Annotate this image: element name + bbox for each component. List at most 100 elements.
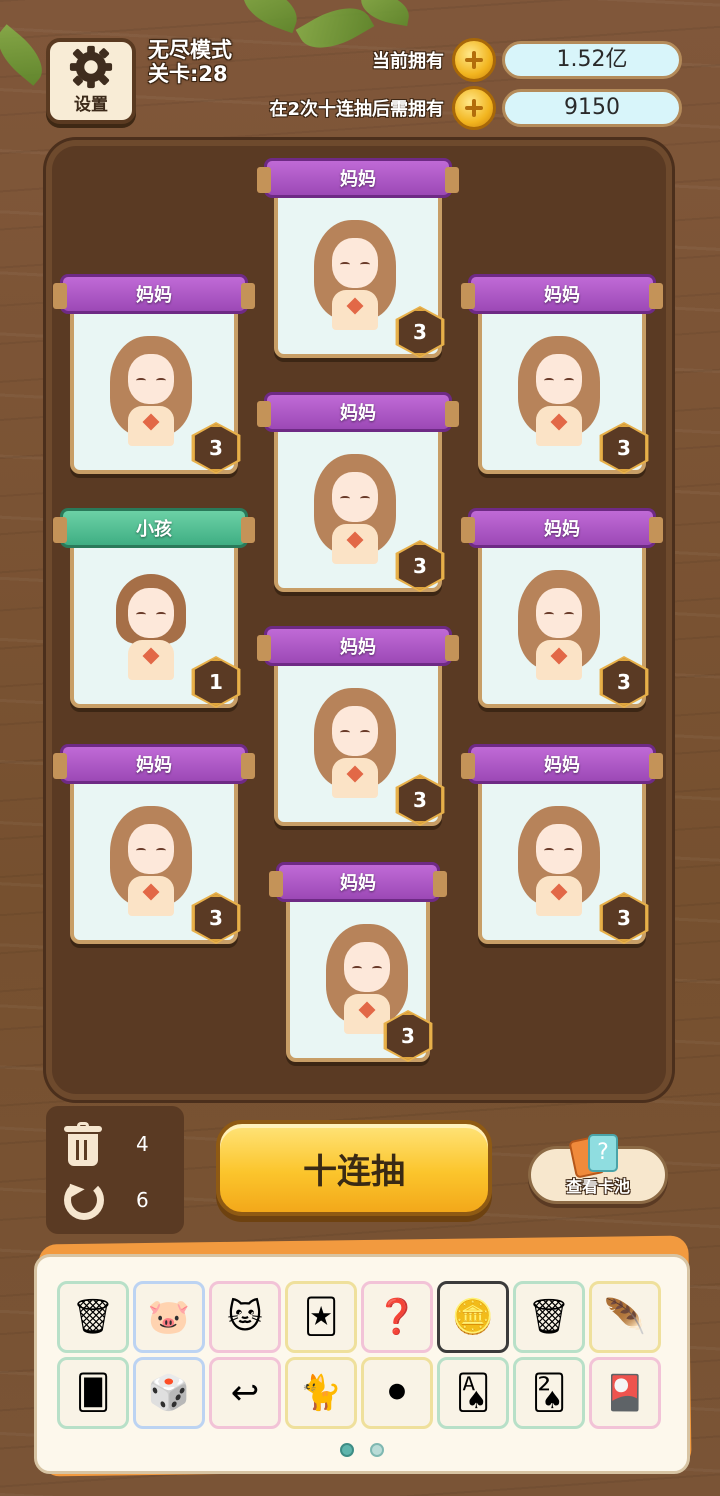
card-name: 妈妈 bbox=[544, 519, 580, 540]
mystery-card-pack-icon: 🎴 bbox=[603, 1373, 647, 1413]
dice-icon: 🎲 bbox=[147, 1373, 191, 1413]
item-slot[interactable]: ❓ bbox=[361, 1281, 433, 1353]
character-card[interactable]: 妈妈 3 bbox=[257, 626, 459, 826]
item-slot[interactable]: 🗑 bbox=[513, 1281, 585, 1353]
character-card[interactable]: 小孩 1 bbox=[53, 508, 255, 708]
card-level: 3 bbox=[413, 554, 427, 578]
undo-arrow-icon: ↩ bbox=[230, 1373, 260, 1413]
card-level: 3 bbox=[413, 788, 427, 812]
refresh-icon bbox=[64, 1180, 104, 1220]
card-name-banner: 小孩 bbox=[53, 508, 255, 548]
card-name-banner: 妈妈 bbox=[257, 158, 459, 198]
card-level: 3 bbox=[617, 906, 631, 930]
character-card[interactable]: 妈妈 3 bbox=[257, 158, 459, 358]
mode-label: 无尽模式 bbox=[148, 38, 232, 62]
card-name: 妈妈 bbox=[340, 873, 376, 894]
card-name: 妈妈 bbox=[340, 169, 376, 190]
page-dot[interactable] bbox=[370, 1443, 384, 1457]
card-pool-icon: ? bbox=[568, 1134, 622, 1179]
trash-coins-icon-2: 🗑 bbox=[527, 1297, 571, 1337]
trash-counter[interactable]: 4 bbox=[64, 1122, 149, 1166]
card-name-banner: 妈妈 bbox=[461, 274, 663, 314]
black-hole-icon: ⚫ bbox=[382, 1373, 412, 1413]
required-coins-row: 在2次十连抽后需拥有 9150 bbox=[222, 86, 682, 130]
mode-info: 无尽模式 关卡:28 bbox=[148, 38, 232, 86]
pink-blob-icon: 🐷 bbox=[147, 1297, 191, 1337]
item-slot[interactable]: 🎲 bbox=[133, 1357, 205, 1429]
mom-portrait bbox=[106, 336, 196, 451]
view-pool-label: 查看卡池 bbox=[565, 1177, 630, 1196]
refresh-counter[interactable]: 6 bbox=[64, 1180, 149, 1220]
page-indicator bbox=[37, 1443, 687, 1457]
mom-portrait bbox=[310, 688, 400, 803]
lucky-cat-statue-icon: 🐈 bbox=[299, 1373, 343, 1413]
card-level: 3 bbox=[413, 320, 427, 344]
item-slot[interactable]: ↩ bbox=[209, 1357, 281, 1429]
card-name-banner: 妈妈 bbox=[53, 744, 255, 784]
item-grid: 🗑 🐷 🐱 🃏 ❓ 🪙 🗑 🪶 🂠 🎲 ↩ 🐈 ⚫ 🂡 🂢 🎴 bbox=[57, 1281, 673, 1429]
card-level: 3 bbox=[617, 670, 631, 694]
card-name: 妈妈 bbox=[340, 637, 376, 658]
item-slot[interactable]: 🂠 bbox=[57, 1357, 129, 1429]
card-level: 1 bbox=[209, 670, 223, 694]
item-slot[interactable]: 🎴 bbox=[589, 1357, 661, 1429]
feather-charm-icon: 🪶 bbox=[603, 1297, 647, 1337]
required-value: 9150 bbox=[502, 89, 682, 127]
card-level: 3 bbox=[209, 906, 223, 930]
character-card[interactable]: 妈妈 3 bbox=[53, 744, 255, 944]
card-name: 妈妈 bbox=[136, 285, 172, 306]
card-name-banner: 妈妈 bbox=[257, 392, 459, 432]
character-card[interactable]: 妈妈 3 bbox=[269, 862, 447, 1062]
question-multiply-icon: ❓ bbox=[375, 1297, 419, 1337]
card-name: 小孩 bbox=[136, 519, 172, 540]
page-dot[interactable] bbox=[340, 1443, 354, 1457]
card-name-banner: 妈妈 bbox=[461, 744, 663, 784]
item-slot[interactable]: 🂡 bbox=[437, 1357, 509, 1429]
counter-panel: 4 6 bbox=[46, 1106, 184, 1234]
card-name-banner: 妈妈 bbox=[461, 508, 663, 548]
add-mystery-card-icon: 🂠 bbox=[75, 1373, 111, 1413]
character-card[interactable]: 妈妈 3 bbox=[257, 392, 459, 592]
mom-portrait bbox=[310, 220, 400, 335]
purple-card-pack-icon: 🃏 bbox=[303, 1297, 339, 1337]
draw-ten-button[interactable]: 十连抽 bbox=[216, 1120, 492, 1216]
item-slot[interactable]: 🂢 bbox=[513, 1357, 585, 1429]
gear-icon bbox=[69, 45, 113, 88]
card-level: 3 bbox=[401, 1024, 415, 1048]
card-name-banner: 妈妈 bbox=[269, 862, 447, 902]
mom-portrait bbox=[514, 806, 604, 921]
settings-button[interactable]: 设置 bbox=[46, 38, 136, 124]
mom-portrait bbox=[514, 336, 604, 451]
card-level: 3 bbox=[617, 436, 631, 460]
item-slot[interactable]: 🐱 bbox=[209, 1281, 281, 1353]
card-name: 妈妈 bbox=[136, 755, 172, 776]
item-slot[interactable]: 🐈 bbox=[285, 1357, 357, 1429]
character-card[interactable]: 妈妈 3 bbox=[461, 744, 663, 944]
card-double-icon: 🂢 bbox=[531, 1373, 567, 1413]
character-card[interactable]: 妈妈 3 bbox=[461, 508, 663, 708]
level-label: 关卡:28 bbox=[148, 62, 228, 86]
refresh-count: 6 bbox=[136, 1188, 149, 1212]
item-slot[interactable]: 🪙 bbox=[437, 1281, 509, 1353]
card-name: 妈妈 bbox=[340, 403, 376, 424]
character-card[interactable]: 妈妈 3 bbox=[461, 274, 663, 474]
card-name-banner: 妈妈 bbox=[257, 626, 459, 666]
lucky-cat-icon: 🐱 bbox=[227, 1297, 263, 1337]
trash-coins-icon: 🗑 bbox=[71, 1297, 115, 1337]
item-tray: 🗑 🐷 🐱 🃏 ❓ 🪙 🗑 🪶 🂠 🎲 ↩ 🐈 ⚫ 🂡 🂢 🎴 bbox=[34, 1254, 690, 1474]
item-slot[interactable]: 🪶 bbox=[589, 1281, 661, 1353]
mom-portrait bbox=[106, 806, 196, 921]
required-label: 在2次十连抽后需拥有 bbox=[269, 99, 444, 120]
coin-icon bbox=[452, 38, 496, 82]
owned-coins-row: 当前拥有 1.52亿 bbox=[340, 38, 682, 82]
item-slot[interactable]: ⚫ bbox=[361, 1357, 433, 1429]
card-level: 3 bbox=[209, 436, 223, 460]
card-coins-icon: 🂡 bbox=[455, 1373, 491, 1413]
character-card[interactable]: 妈妈 3 bbox=[53, 274, 255, 474]
item-slot[interactable]: 🃏 bbox=[285, 1281, 357, 1353]
coin-plus-icon: 🪙 bbox=[451, 1297, 495, 1337]
owned-value: 1.52亿 bbox=[502, 41, 682, 79]
item-slot[interactable]: 🐷 bbox=[133, 1281, 205, 1353]
mom-portrait bbox=[514, 570, 604, 685]
item-slot[interactable]: 🗑 bbox=[57, 1281, 129, 1353]
